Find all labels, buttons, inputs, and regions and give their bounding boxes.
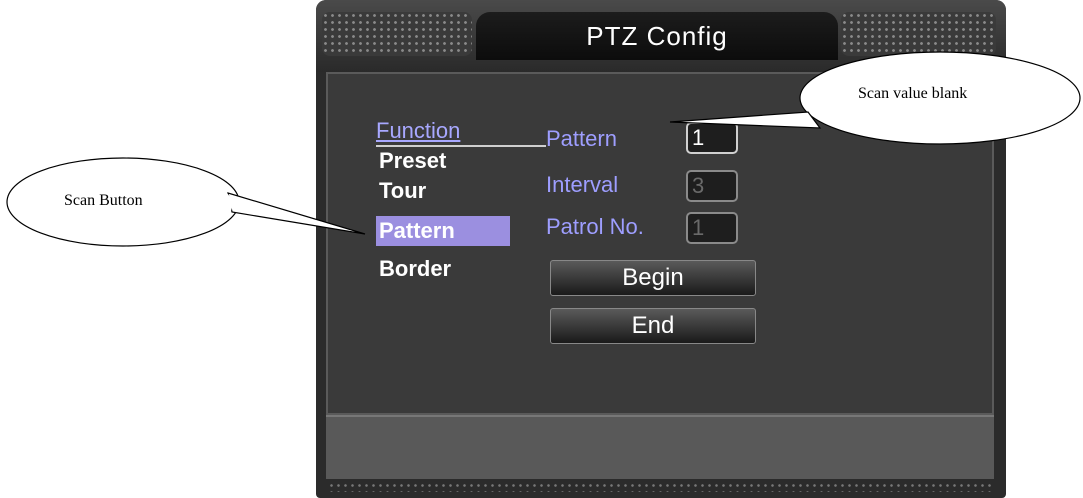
scan-button-callout: Scan Button [64, 192, 143, 209]
scan-button-callout-shape [6, 157, 366, 247]
scan-value-callout: Scan value blank [858, 85, 968, 102]
callout-annotations [6, 51, 1081, 247]
